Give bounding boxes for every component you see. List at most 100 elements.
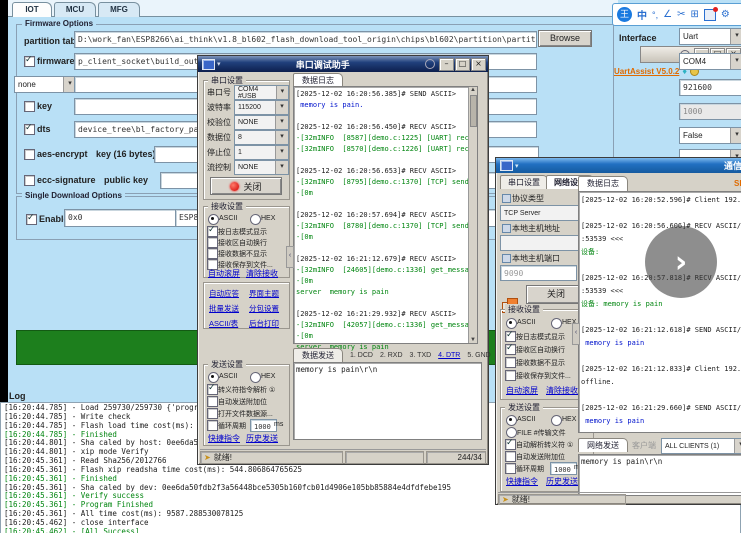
net-send-textarea[interactable]: memory is pain\r\n	[578, 454, 741, 496]
uart-history-link[interactable]: 历史发送	[246, 433, 278, 444]
erase-dropdown[interactable]: False▾	[679, 127, 741, 144]
parity-dropdown[interactable]: NONE▾	[234, 115, 289, 130]
dts-checkbox[interactable]	[24, 124, 35, 135]
uart-send-hex-radio[interactable]	[250, 372, 261, 383]
ime-keyboard-icon[interactable]: ⊞	[690, 9, 698, 20]
net-log-area[interactable]: [2025-12-02 16:20:52.596]# Client 192.16…	[578, 191, 741, 433]
ecc-signature-checkbox[interactable]	[24, 175, 35, 186]
uart-datalog-tab[interactable]: 数据日志	[293, 73, 343, 87]
client-dropdown[interactable]: ALL CLIENTS (1)▾	[661, 438, 741, 454]
uart-autoscroll-link[interactable]: 自动滚屏	[208, 268, 240, 279]
baudrate-input[interactable]: 921600	[679, 79, 741, 96]
net-recv-opt0-checkbox[interactable]	[505, 331, 516, 342]
flowctrl-dropdown[interactable]: NONE▾	[234, 160, 289, 175]
net-send-ascii-radio[interactable]	[506, 415, 517, 426]
net-file-radio[interactable]	[506, 427, 517, 438]
net-shortcut-link[interactable]: 快捷指令	[506, 476, 538, 487]
uart-recv-ascii-radio[interactable]	[208, 214, 219, 225]
aes-encrypt-checkbox[interactable]	[24, 149, 35, 160]
ime-settings-icon[interactable]: ⚙	[721, 9, 730, 20]
key-type-dropdown[interactable]: none▾	[14, 76, 77, 93]
flowctrl-label: 流控制	[207, 162, 231, 173]
pin-icon[interactable]	[425, 59, 435, 69]
uartassist-version-link[interactable]: UartAssist V5.0.2	[614, 67, 679, 76]
uart-escape-checkbox[interactable]	[207, 384, 218, 395]
net-escape-checkbox[interactable]	[505, 439, 516, 450]
minimize-button[interactable]: –	[439, 58, 454, 71]
interface-dropdown[interactable]: Uart▾	[679, 28, 741, 45]
ime-skin-icon[interactable]	[704, 9, 716, 21]
scroll-up-icon[interactable]: ▲	[469, 87, 477, 93]
serial-close-button[interactable]: 关闭	[210, 177, 282, 195]
net-serial-tab[interactable]: 串口设置	[500, 175, 548, 189]
collapse-panel-chevron[interactable]: ‹	[286, 246, 294, 268]
uart-append-checkbox[interactable]	[207, 396, 218, 407]
interface-label: Interface	[619, 33, 657, 43]
net-recv-ascii-radio[interactable]	[506, 318, 517, 329]
net-recv-opt3-checkbox[interactable]	[505, 370, 516, 381]
net-send-hex-radio[interactable]	[551, 415, 562, 426]
com-dropdown[interactable]: COM4 #USB▾	[234, 85, 289, 100]
key-checkbox[interactable]	[24, 101, 35, 112]
uart-send-textarea[interactable]: memory is pain\r\n	[293, 362, 482, 440]
uart-filesrc-checkbox[interactable]	[207, 408, 218, 419]
ime-pen-icon[interactable]: ∠	[663, 9, 672, 20]
uart-send-ascii-radio[interactable]	[208, 372, 219, 383]
tab-iot[interactable]: IOT	[12, 2, 52, 17]
play-icon: ›	[675, 245, 687, 280]
uart-datasend-tab[interactable]: 数据发送	[293, 348, 343, 362]
single-download-caption: Single Download Options	[22, 191, 125, 200]
partition-table-input[interactable]: D:\work_fan\ESP8266\ai_think\v1.8_bl602_…	[74, 31, 537, 48]
scroll-down-icon[interactable]: ▼	[469, 337, 477, 343]
uart-log-scrollbar[interactable]: ▲ ▼	[468, 87, 477, 343]
com-port-dropdown[interactable]: COM4▾	[679, 53, 741, 70]
public-key-label: public key	[104, 175, 148, 185]
net-autoscroll-link[interactable]: 自动滚屏	[506, 385, 538, 396]
uart-log-area[interactable]: [2025-12-02 16:20:56.385]# SEND ASCII> m…	[293, 86, 478, 344]
uart-recv-opt1-checkbox[interactable]	[207, 237, 218, 248]
uartassist-titlebar[interactable]: ▾ 串口调试助手 – □ ×	[198, 56, 488, 72]
maximize-button[interactable]: □	[455, 58, 470, 71]
scroll-thumb[interactable]	[470, 95, 477, 127]
uart-cycle-checkbox[interactable]	[207, 420, 218, 431]
net-recv-hex-radio[interactable]	[551, 318, 562, 329]
firmware-checkbox[interactable]	[24, 56, 35, 67]
baud-dropdown[interactable]: 115200▾	[234, 100, 289, 115]
ime-lang-icon[interactable]: 中	[637, 7, 647, 22]
uart-recv-hex-radio[interactable]	[250, 214, 261, 225]
pointer-icon: ➤	[502, 495, 509, 504]
quick-links[interactable]: 自动应答界面主题批量发送分包设置ASCII/表后台打印	[209, 288, 285, 329]
uart-recv-opt2-checkbox[interactable]	[207, 248, 218, 259]
video-play-overlay[interactable]: ›	[645, 226, 717, 298]
net-recv-opt1-checkbox[interactable]	[505, 344, 516, 355]
net-clear-link[interactable]: 清除接收	[546, 385, 578, 396]
stopbits-dropdown[interactable]: 1▾	[234, 145, 289, 160]
uart-shortcut-link[interactable]: 快捷指令	[208, 433, 240, 444]
net-recv-opt2-checkbox[interactable]	[505, 357, 516, 368]
net-send-tab[interactable]: 网络发送	[578, 438, 628, 452]
tab-mcu[interactable]: MCU	[54, 2, 96, 17]
net-close-button[interactable]: 关闭	[526, 285, 586, 304]
address-input[interactable]: 0x0	[64, 209, 177, 227]
collapse-panel-chevron[interactable]: ‹	[572, 323, 580, 345]
net-cycle-input[interactable]: 1000	[550, 462, 577, 475]
enable-checkbox[interactable]	[26, 214, 37, 225]
net-corner-link[interactable]: SD	[734, 179, 741, 188]
ime-scissors-icon[interactable]: ✂	[677, 9, 685, 20]
uart-recv-opt0-checkbox[interactable]	[207, 226, 218, 237]
browse-button[interactable]: Browse	[538, 30, 592, 47]
net-cycle-checkbox[interactable]	[505, 463, 516, 474]
tab-mfg[interactable]: MFG	[98, 2, 140, 17]
databits-dropdown[interactable]: 8▾	[234, 130, 289, 145]
net-append-checkbox[interactable]	[505, 451, 516, 462]
netassist-titlebar[interactable]: ▾ 通信调试助手	[496, 158, 741, 173]
chevron-down-icon[interactable]: ▾	[515, 162, 519, 170]
net-datalog-tab[interactable]: 数据日志	[578, 176, 628, 191]
uart-clear-link[interactable]: 清除接收	[246, 268, 278, 279]
uart-cycle-input[interactable]: 1000	[250, 419, 277, 432]
ime-punct-icon[interactable]: °,	[652, 10, 658, 20]
close-icon[interactable]: ×	[471, 58, 486, 71]
net-history-link[interactable]: 历史发送	[546, 476, 578, 487]
ime-logo-icon[interactable]: 王	[617, 7, 632, 22]
port-input[interactable]: 9090	[500, 265, 577, 281]
